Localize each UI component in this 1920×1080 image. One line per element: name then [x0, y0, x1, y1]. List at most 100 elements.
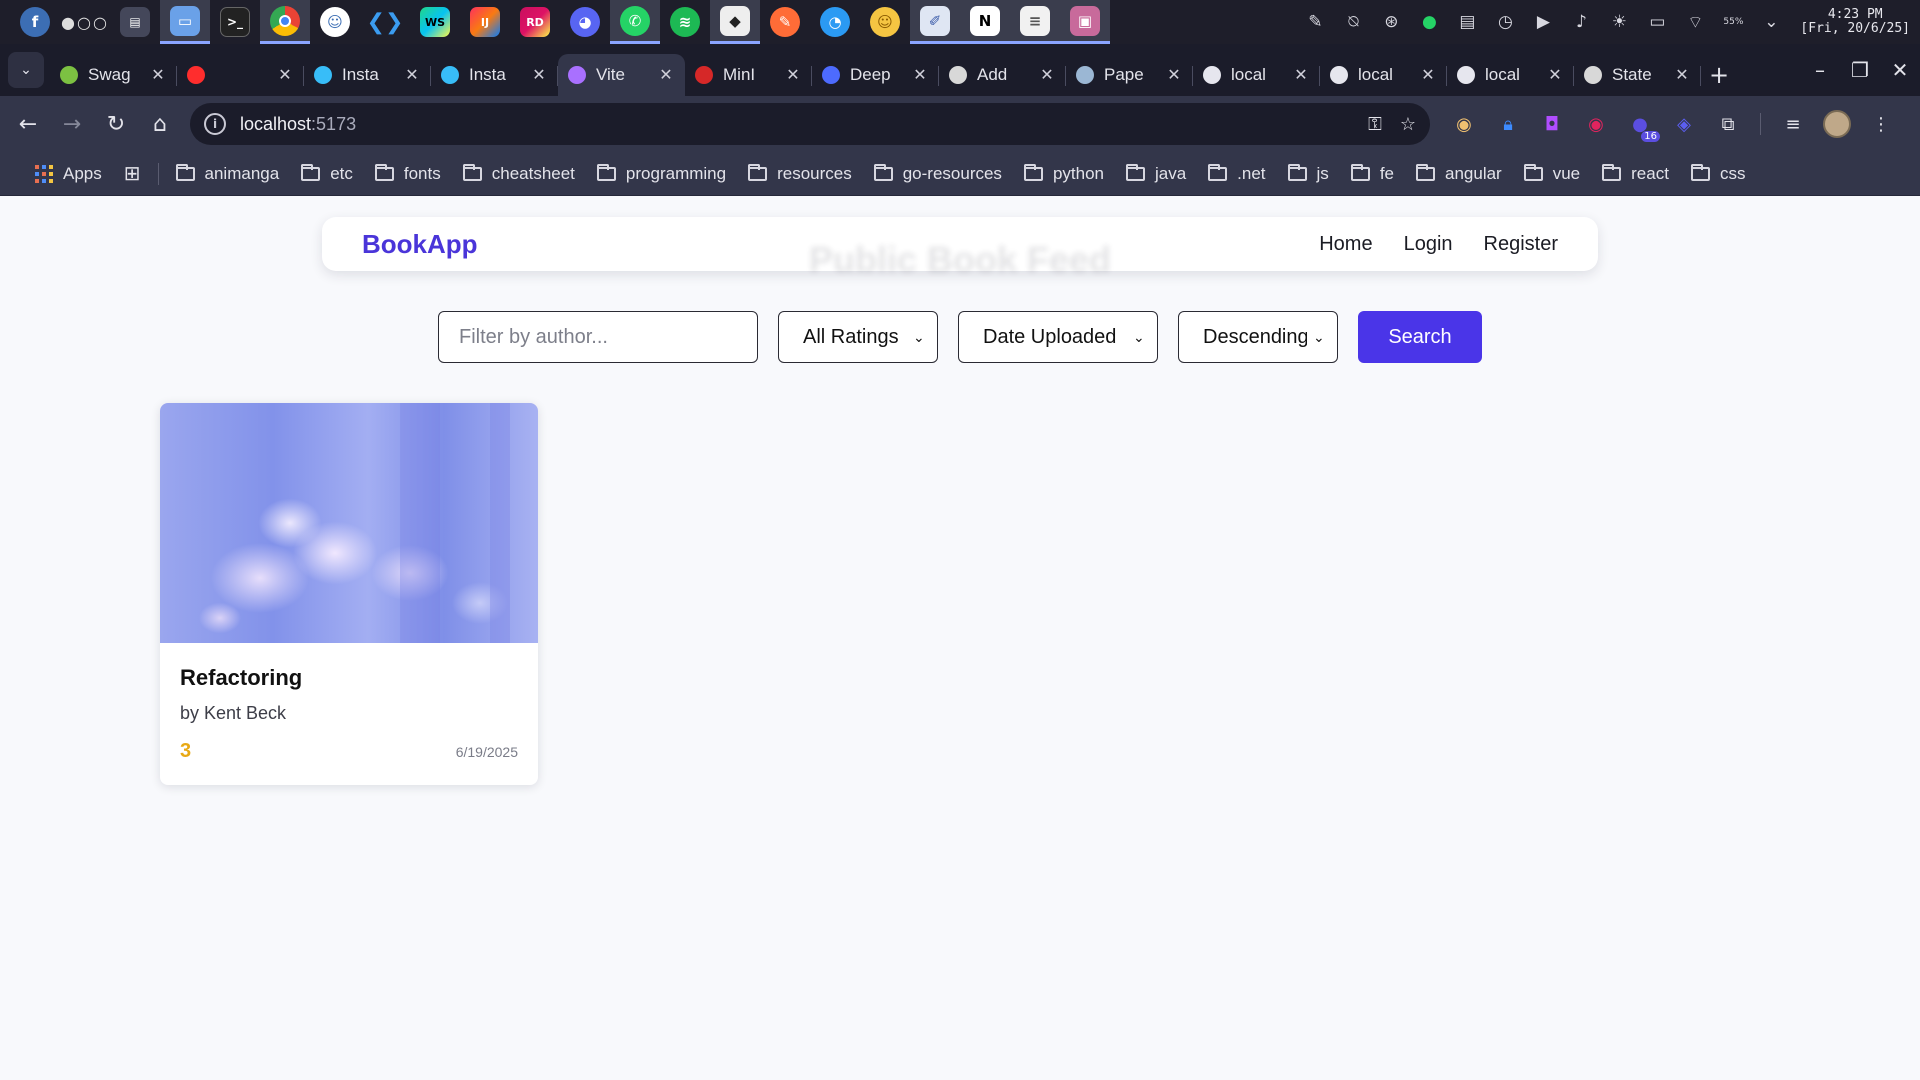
tab-search-button[interactable]: ⌄ [8, 52, 44, 88]
bookmark-folder[interactable]: fonts [364, 158, 452, 190]
order-select[interactable]: Descending ⌄ [1178, 311, 1338, 363]
brightness-icon[interactable]: ☀ [1604, 7, 1634, 37]
bookmark-folder[interactable]: vue [1513, 158, 1591, 190]
file-manager-icon[interactable]: ▭ [160, 0, 210, 44]
volume-icon[interactable]: ♪ [1566, 7, 1596, 37]
notifications-off-icon[interactable]: ⍉ [1338, 7, 1368, 37]
vpn-icon[interactable]: ⊛ [1376, 7, 1406, 37]
wifi-icon[interactable]: ⌔ [1680, 7, 1710, 37]
bookmark-folder[interactable]: fe [1340, 158, 1405, 190]
bookmark-folder[interactable]: cheatsheet [452, 158, 586, 190]
chrome-icon[interactable] [260, 0, 310, 44]
search-button[interactable]: Search [1358, 311, 1482, 363]
tab-close-icon[interactable]: ✕ [276, 65, 294, 85]
document-viewer-icon[interactable]: ✐ [910, 0, 960, 44]
tab-close-icon[interactable]: ✕ [1292, 65, 1310, 85]
browser-tab[interactable]: local ✕ [1447, 54, 1574, 96]
tab-close-icon[interactable]: ✕ [1546, 65, 1564, 85]
vscode-icon[interactable]: ❮❯ [360, 0, 410, 44]
bookmark-apps[interactable]: Apps [24, 158, 113, 190]
notion-icon[interactable]: N [960, 0, 1010, 44]
whatsapp-icon[interactable]: ✆ [610, 0, 660, 44]
tab-close-icon[interactable]: ✕ [403, 65, 421, 85]
bookmark-folder[interactable]: css [1680, 158, 1757, 190]
spotify-icon[interactable]: ≋ [660, 0, 710, 44]
fedora-launcher-icon[interactable]: f [10, 0, 60, 44]
bookmark-folder[interactable]: java [1115, 158, 1197, 190]
book-card[interactable]: Refactoring by Kent Beck 3 6/19/2025 [160, 403, 538, 785]
nav-login-link[interactable]: Login [1404, 233, 1453, 256]
minimize-icon[interactable]: – [1800, 58, 1840, 82]
intellij-icon[interactable]: IJ [460, 0, 510, 44]
browser-tab[interactable]: Pape ✕ [1066, 54, 1193, 96]
url-text[interactable]: localhost:5173 [240, 114, 356, 135]
display-icon[interactable]: ▭ [1642, 7, 1672, 37]
webstorm-icon[interactable]: WS [410, 0, 460, 44]
browser-tab[interactable]: Insta ✕ [304, 54, 431, 96]
new-tab-button[interactable]: + [1701, 54, 1737, 96]
browser-menu-icon[interactable]: ⋮ [1863, 106, 1899, 142]
restore-icon[interactable]: ❐ [1840, 58, 1880, 82]
site-info-icon[interactable]: i [204, 113, 226, 135]
postman-icon[interactable]: ✎ [760, 0, 810, 44]
terminal-icon[interactable]: >_ [210, 0, 260, 44]
purple-extension-icon[interactable]: ◘ [1534, 106, 1570, 142]
sort-by-select[interactable]: Date Uploaded ⌄ [958, 311, 1158, 363]
bookmark-folder[interactable]: etc [290, 158, 364, 190]
reload-button[interactable]: ↻ [94, 102, 138, 146]
bookmark-folder[interactable]: js [1277, 158, 1340, 190]
tab-close-icon[interactable]: ✕ [1038, 65, 1056, 85]
webstorm-like-app-icon[interactable]: ☺ [310, 0, 360, 44]
browser-tab[interactable]: Add ✕ [939, 54, 1066, 96]
tab-close-icon[interactable]: ✕ [530, 65, 548, 85]
workspace-switcher-icon[interactable]: ●○○ [60, 0, 110, 44]
shield-extension-icon[interactable]: ◈ [1666, 106, 1702, 142]
forward-button[interactable]: → [50, 102, 94, 146]
rider-icon[interactable]: RD [510, 0, 560, 44]
bookmark-folder[interactable]: resources [737, 158, 863, 190]
tab-close-icon[interactable]: ✕ [149, 65, 167, 85]
tab-close-icon[interactable]: ✕ [1673, 65, 1691, 85]
badge-extension-icon[interactable]: ● 16 [1622, 106, 1660, 142]
emoji-app-icon[interactable]: ☺ [860, 0, 910, 44]
browser-tab[interactable]: State ✕ [1574, 54, 1701, 96]
lock-extension-icon[interactable]: 🔒︎ [1490, 106, 1526, 142]
puzzle-extensions-icon[interactable]: ⧉ [1710, 106, 1746, 142]
browser-tab[interactable]: local ✕ [1193, 54, 1320, 96]
media-play-icon[interactable]: ▶ [1528, 7, 1558, 37]
nav-home-link[interactable]: Home [1319, 233, 1372, 256]
system-clock[interactable]: 4:23 PM [Fri, 20/6/25] [1800, 8, 1910, 36]
close-window-icon[interactable]: ✕ [1880, 58, 1920, 82]
bookmark-folder[interactable]: go-resources [863, 158, 1013, 190]
password-key-icon[interactable]: ⚿ [1368, 114, 1382, 135]
browser-tab[interactable]: local ✕ [1320, 54, 1447, 96]
color-picker-icon[interactable]: ✎ [1300, 7, 1330, 37]
back-button[interactable]: ← [6, 102, 50, 146]
eye-extension-icon[interactable]: ◉ [1446, 106, 1482, 142]
author-filter-input[interactable] [438, 311, 758, 363]
tab-close-icon[interactable]: ✕ [1419, 65, 1437, 85]
browser-app-icon[interactable]: ◔ [810, 0, 860, 44]
bookmark-folder[interactable]: animanga [165, 158, 291, 190]
browser-tab[interactable]: Vite ✕ [558, 54, 685, 96]
clipboard-icon[interactable]: ▤ [1452, 7, 1482, 37]
bookmark-folder[interactable]: angular [1405, 158, 1513, 190]
bookmark-folder[interactable]: .net [1197, 158, 1276, 190]
whatsapp-tray-icon[interactable]: ● [1414, 7, 1444, 37]
bookmark-folder[interactable]: python [1013, 158, 1115, 190]
tab-close-icon[interactable]: ✕ [657, 65, 675, 85]
timer-icon[interactable]: ◷ [1490, 7, 1520, 37]
browser-tab[interactable]: Swag ✕ [50, 54, 177, 96]
obsidian-like-icon[interactable]: ◆ [710, 0, 760, 44]
profile-avatar[interactable] [1819, 106, 1855, 142]
browser-tab[interactable]: MinI ✕ [685, 54, 812, 96]
bookmark-folder[interactable]: react [1591, 158, 1680, 190]
nav-register-link[interactable]: Register [1484, 233, 1558, 256]
battery-icon[interactable]: 55% [1718, 7, 1748, 37]
browser-tab[interactable]: Deep ✕ [812, 54, 939, 96]
tab-groups-icon[interactable]: ⊞ [113, 158, 152, 190]
chevron-down-icon[interactable]: ⌄ [1756, 7, 1786, 37]
screen-viewer-icon[interactable]: ▣ [1060, 0, 1110, 44]
text-editor-icon[interactable]: ≡ [1010, 0, 1060, 44]
bookmark-folder[interactable]: programming [586, 158, 737, 190]
